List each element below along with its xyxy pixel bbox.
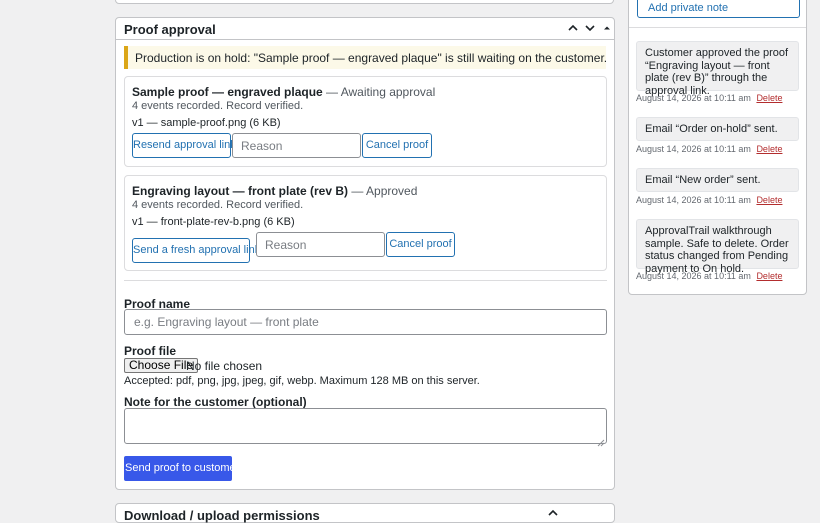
proof-name: Engraving layout — front plate (rev B) [132, 184, 349, 198]
reason-input[interactable] [256, 232, 385, 257]
add-private-note-button[interactable]: Add private note [637, 0, 800, 18]
delete-note-link[interactable]: Delete [756, 144, 782, 154]
postbox-title: Proof approval [124, 22, 216, 37]
collapse-toggle-icon[interactable] [600, 21, 614, 35]
proof-status: — Awaiting approval [322, 85, 436, 99]
proof-file-label: Proof file [124, 344, 177, 358]
proof-status: — Approved [348, 184, 418, 198]
previous-postbox [115, 0, 614, 4]
postbox-header: Proof approval [116, 18, 614, 40]
on-hold-notice: Production is on hold: "Sample proof — e… [124, 46, 607, 69]
move-up-icon[interactable] [566, 21, 580, 35]
postbox-title: Download / upload permissions [124, 508, 320, 523]
note-date: August 14, 2026 at 10:11 am [636, 93, 751, 103]
resend-approval-link-button[interactable]: Resend approval link [132, 133, 236, 158]
note-meta: August 14, 2026 at 10:11 am Delete [636, 195, 782, 205]
proof-card: Engraving layout — front plate (rev B) —… [124, 175, 607, 271]
note-date: August 14, 2026 at 10:11 am [636, 144, 751, 154]
next-postbox: Download / upload permissions [115, 503, 615, 523]
cancel-proof-button[interactable]: Cancel proof [386, 232, 455, 257]
reason-input[interactable] [232, 133, 361, 158]
divider [124, 280, 607, 281]
customer-note-label: Note for the customer (optional) [124, 395, 307, 409]
proof-name-input[interactable] [124, 309, 607, 335]
proof-events: 4 events recorded. Record verified. [132, 199, 304, 211]
proof-title: Sample proof — engraved plaque — Awaitin… [132, 85, 435, 99]
order-note: Email “Order on-hold” sent. [636, 117, 799, 141]
send-fresh-approval-link-button[interactable]: Send a fresh approval link [132, 238, 260, 263]
delete-note-link[interactable]: Delete [756, 93, 782, 103]
proof-title: Engraving layout — front plate (rev B) —… [132, 184, 417, 198]
customer-note-textarea[interactable] [124, 408, 607, 444]
note-date: August 14, 2026 at 10:11 am [636, 271, 751, 281]
move-up-icon[interactable] [546, 506, 560, 523]
delete-note-link[interactable]: Delete [756, 195, 782, 205]
proof-events: 4 events recorded. Record verified. [132, 100, 304, 112]
order-note: Customer approved the proof “Engraving l… [636, 41, 799, 97]
move-down-icon[interactable] [583, 21, 597, 35]
divider [629, 27, 806, 28]
order-notes-postbox: Add private note Customer approved the p… [628, 0, 807, 295]
proof-card: Sample proof — engraved plaque — Awaitin… [124, 76, 607, 167]
proof-file: v1 — front-plate-rev-b.png (6 KB) [132, 216, 295, 228]
note-meta: August 14, 2026 at 10:11 am Delete [636, 93, 782, 103]
file-status-text: No file chosen [186, 359, 263, 373]
accepted-formats-text: Accepted: pdf, png, jpg, jpeg, gif, webp… [124, 375, 480, 387]
note-meta: August 14, 2026 at 10:11 am Delete [636, 271, 782, 281]
order-note: Email “New order” sent. [636, 168, 799, 192]
note-date: August 14, 2026 at 10:11 am [636, 195, 751, 205]
proof-approval-postbox: Proof approval Production is on hold: "S… [115, 17, 615, 490]
order-note: ApprovalTrail walkthrough sample. Safe t… [636, 219, 799, 275]
proof-file: v1 — sample-proof.png (6 KB) [132, 117, 281, 129]
send-proof-button[interactable]: Send proof to customer [124, 456, 239, 481]
resize-grip-icon[interactable] [597, 435, 605, 447]
note-meta: August 14, 2026 at 10:11 am Delete [636, 144, 782, 154]
delete-note-link[interactable]: Delete [756, 271, 782, 281]
cancel-proof-button[interactable]: Cancel proof [362, 133, 432, 158]
proof-name: Sample proof — engraved plaque [132, 85, 323, 99]
